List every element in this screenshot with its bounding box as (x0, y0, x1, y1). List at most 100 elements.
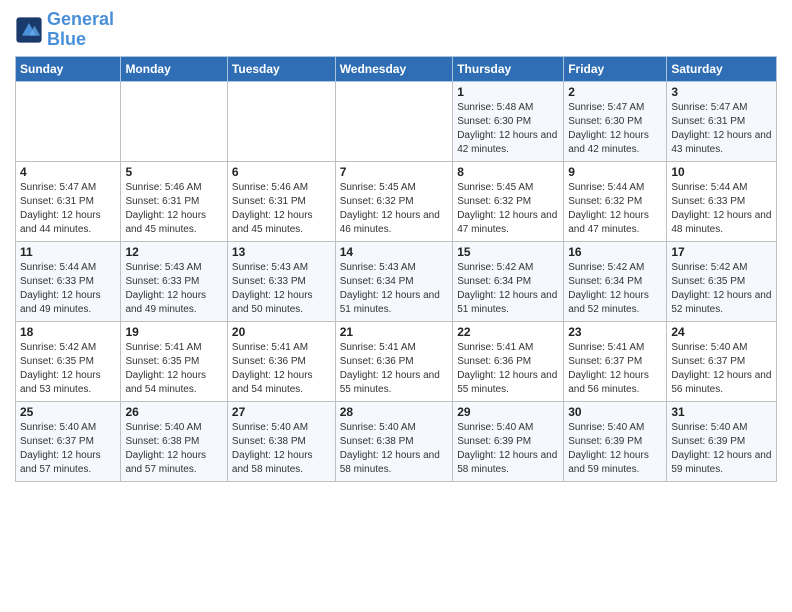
cell-info: Sunrise: 5:44 AM Sunset: 6:33 PM Dayligh… (671, 181, 772, 237)
cell-info: Sunrise: 5:40 AM Sunset: 6:38 PM Dayligh… (125, 421, 222, 477)
calendar-cell: 20 Sunrise: 5:41 AM Sunset: 6:36 PM Dayli… (227, 321, 335, 401)
cell-info: Sunrise: 5:47 AM Sunset: 6:30 PM Dayligh… (568, 101, 662, 157)
calendar-cell: 16Sunrise: 5:42 AM Sunset: 6:34 PM Dayli… (564, 241, 667, 321)
day-number: 23 (568, 325, 662, 339)
calendar-cell: 25Sunrise: 5:40 AM Sunset: 6:37 PM Dayli… (16, 401, 121, 481)
cell-info: Sunrise: 5:40 AM Sunset: 6:37 PM Dayligh… (671, 341, 772, 397)
cell-info: Sunrise: 5:45 AM Sunset: 6:32 PM Dayligh… (340, 181, 449, 237)
day-number: 20 (232, 325, 331, 339)
week-row-5: 25Sunrise: 5:40 AM Sunset: 6:37 PM Dayli… (16, 401, 777, 481)
calendar-cell (335, 81, 453, 161)
day-number: 15 (457, 245, 559, 259)
day-number: 1 (457, 85, 559, 99)
calendar-cell: 15 Sunrise: 5:42 AM Sunset: 6:34 PM Dayli… (453, 241, 564, 321)
col-header-thursday: Thursday (453, 56, 564, 81)
col-header-wednesday: Wednesday (335, 56, 453, 81)
week-row-3: 11 Sunrise: 5:44 AM Sunset: 6:33 PM Dayli… (16, 241, 777, 321)
day-number: 17 (671, 245, 772, 259)
calendar-cell: 27 Sunrise: 5:40 AM Sunset: 6:38 PM Dayli… (227, 401, 335, 481)
logo: General Blue (15, 10, 114, 50)
day-number: 7 (340, 165, 449, 179)
calendar-cell: 30 Sunrise: 5:40 AM Sunset: 6:39 PM Dayli… (564, 401, 667, 481)
col-header-monday: Monday (121, 56, 227, 81)
day-number: 9 (568, 165, 662, 179)
day-number: 16 (568, 245, 662, 259)
calendar-cell: 12 Sunrise: 5:43 AM Sunset: 6:33 PM Dayli… (121, 241, 227, 321)
calendar-cell: 18 Sunrise: 5:42 AM Sunset: 6:35 PM Dayli… (16, 321, 121, 401)
header-row: SundayMondayTuesdayWednesdayThursdayFrid… (16, 56, 777, 81)
cell-info: Sunrise: 5:42 AM Sunset: 6:35 PM Dayligh… (20, 341, 116, 397)
cell-info: Sunrise: 5:41 AM Sunset: 6:36 PM Dayligh… (457, 341, 559, 397)
cell-info: Sunrise: 5:43 AM Sunset: 6:33 PM Dayligh… (125, 261, 222, 317)
cell-info: Sunrise: 5:48 AM Sunset: 6:30 PM Dayligh… (457, 101, 559, 157)
logo-text-line1: General (47, 10, 114, 30)
day-number: 3 (671, 85, 772, 99)
day-number: 6 (232, 165, 331, 179)
day-number: 22 (457, 325, 559, 339)
day-number: 2 (568, 85, 662, 99)
calendar-cell: 13Sunrise: 5:43 AM Sunset: 6:33 PM Dayli… (227, 241, 335, 321)
calendar-cell: 28 Sunrise: 5:40 AM Sunset: 6:38 PM Dayli… (335, 401, 453, 481)
calendar-cell (121, 81, 227, 161)
calendar-cell: 10 Sunrise: 5:44 AM Sunset: 6:33 PM Dayli… (667, 161, 777, 241)
day-number: 8 (457, 165, 559, 179)
cell-info: Sunrise: 5:44 AM Sunset: 6:32 PM Dayligh… (568, 181, 662, 237)
calendar-cell: 11 Sunrise: 5:44 AM Sunset: 6:33 PM Dayli… (16, 241, 121, 321)
calendar-cell: 9 Sunrise: 5:44 AM Sunset: 6:32 PM Daylig… (564, 161, 667, 241)
calendar-cell: 26 Sunrise: 5:40 AM Sunset: 6:38 PM Dayli… (121, 401, 227, 481)
day-number: 25 (20, 405, 116, 419)
day-number: 14 (340, 245, 449, 259)
col-header-tuesday: Tuesday (227, 56, 335, 81)
day-number: 26 (125, 405, 222, 419)
cell-info: Sunrise: 5:42 AM Sunset: 6:35 PM Dayligh… (671, 261, 772, 317)
logo-icon (15, 16, 43, 44)
cell-info: Sunrise: 5:46 AM Sunset: 6:31 PM Dayligh… (232, 181, 331, 237)
day-number: 27 (232, 405, 331, 419)
col-header-friday: Friday (564, 56, 667, 81)
day-number: 28 (340, 405, 449, 419)
day-number: 10 (671, 165, 772, 179)
day-number: 19 (125, 325, 222, 339)
day-number: 18 (20, 325, 116, 339)
cell-info: Sunrise: 5:47 AM Sunset: 6:31 PM Dayligh… (20, 181, 116, 237)
calendar-table: SundayMondayTuesdayWednesdayThursdayFrid… (15, 56, 777, 482)
cell-info: Sunrise: 5:41 AM Sunset: 6:36 PM Dayligh… (232, 341, 331, 397)
calendar-cell (16, 81, 121, 161)
cell-info: Sunrise: 5:41 AM Sunset: 6:37 PM Dayligh… (568, 341, 662, 397)
calendar-cell (227, 81, 335, 161)
calendar-cell: 1 Sunrise: 5:48 AM Sunset: 6:30 PM Daylig… (453, 81, 564, 161)
cell-info: Sunrise: 5:45 AM Sunset: 6:32 PM Dayligh… (457, 181, 559, 237)
day-number: 30 (568, 405, 662, 419)
day-number: 13 (232, 245, 331, 259)
day-number: 11 (20, 245, 116, 259)
calendar-cell: 8 Sunrise: 5:45 AM Sunset: 6:32 PM Daylig… (453, 161, 564, 241)
cell-info: Sunrise: 5:40 AM Sunset: 6:39 PM Dayligh… (568, 421, 662, 477)
col-header-saturday: Saturday (667, 56, 777, 81)
day-number: 12 (125, 245, 222, 259)
day-number: 5 (125, 165, 222, 179)
calendar-cell: 21 Sunrise: 5:41 AM Sunset: 6:36 PM Dayli… (335, 321, 453, 401)
day-number: 31 (671, 405, 772, 419)
cell-info: Sunrise: 5:47 AM Sunset: 6:31 PM Dayligh… (671, 101, 772, 157)
logo-text-line2: Blue (47, 30, 114, 50)
cell-info: Sunrise: 5:41 AM Sunset: 6:36 PM Dayligh… (340, 341, 449, 397)
week-row-2: 4Sunrise: 5:47 AM Sunset: 6:31 PM Daylig… (16, 161, 777, 241)
calendar-cell: 14 Sunrise: 5:43 AM Sunset: 6:34 PM Dayli… (335, 241, 453, 321)
calendar-cell: 23 Sunrise: 5:41 AM Sunset: 6:37 PM Dayli… (564, 321, 667, 401)
cell-info: Sunrise: 5:43 AM Sunset: 6:34 PM Dayligh… (340, 261, 449, 317)
day-number: 24 (671, 325, 772, 339)
col-header-sunday: Sunday (16, 56, 121, 81)
calendar-cell: 4Sunrise: 5:47 AM Sunset: 6:31 PM Daylig… (16, 161, 121, 241)
cell-info: Sunrise: 5:40 AM Sunset: 6:38 PM Dayligh… (232, 421, 331, 477)
day-number: 29 (457, 405, 559, 419)
cell-info: Sunrise: 5:44 AM Sunset: 6:33 PM Dayligh… (20, 261, 116, 317)
calendar-cell: 31Sunrise: 5:40 AM Sunset: 6:39 PM Dayli… (667, 401, 777, 481)
cell-info: Sunrise: 5:40 AM Sunset: 6:38 PM Dayligh… (340, 421, 449, 477)
calendar-cell: 19Sunrise: 5:41 AM Sunset: 6:35 PM Dayli… (121, 321, 227, 401)
page-header: General Blue (15, 10, 777, 50)
cell-info: Sunrise: 5:46 AM Sunset: 6:31 PM Dayligh… (125, 181, 222, 237)
calendar-cell: 22 Sunrise: 5:41 AM Sunset: 6:36 PM Dayli… (453, 321, 564, 401)
cell-info: Sunrise: 5:42 AM Sunset: 6:34 PM Dayligh… (457, 261, 559, 317)
day-number: 21 (340, 325, 449, 339)
week-row-1: 1 Sunrise: 5:48 AM Sunset: 6:30 PM Daylig… (16, 81, 777, 161)
